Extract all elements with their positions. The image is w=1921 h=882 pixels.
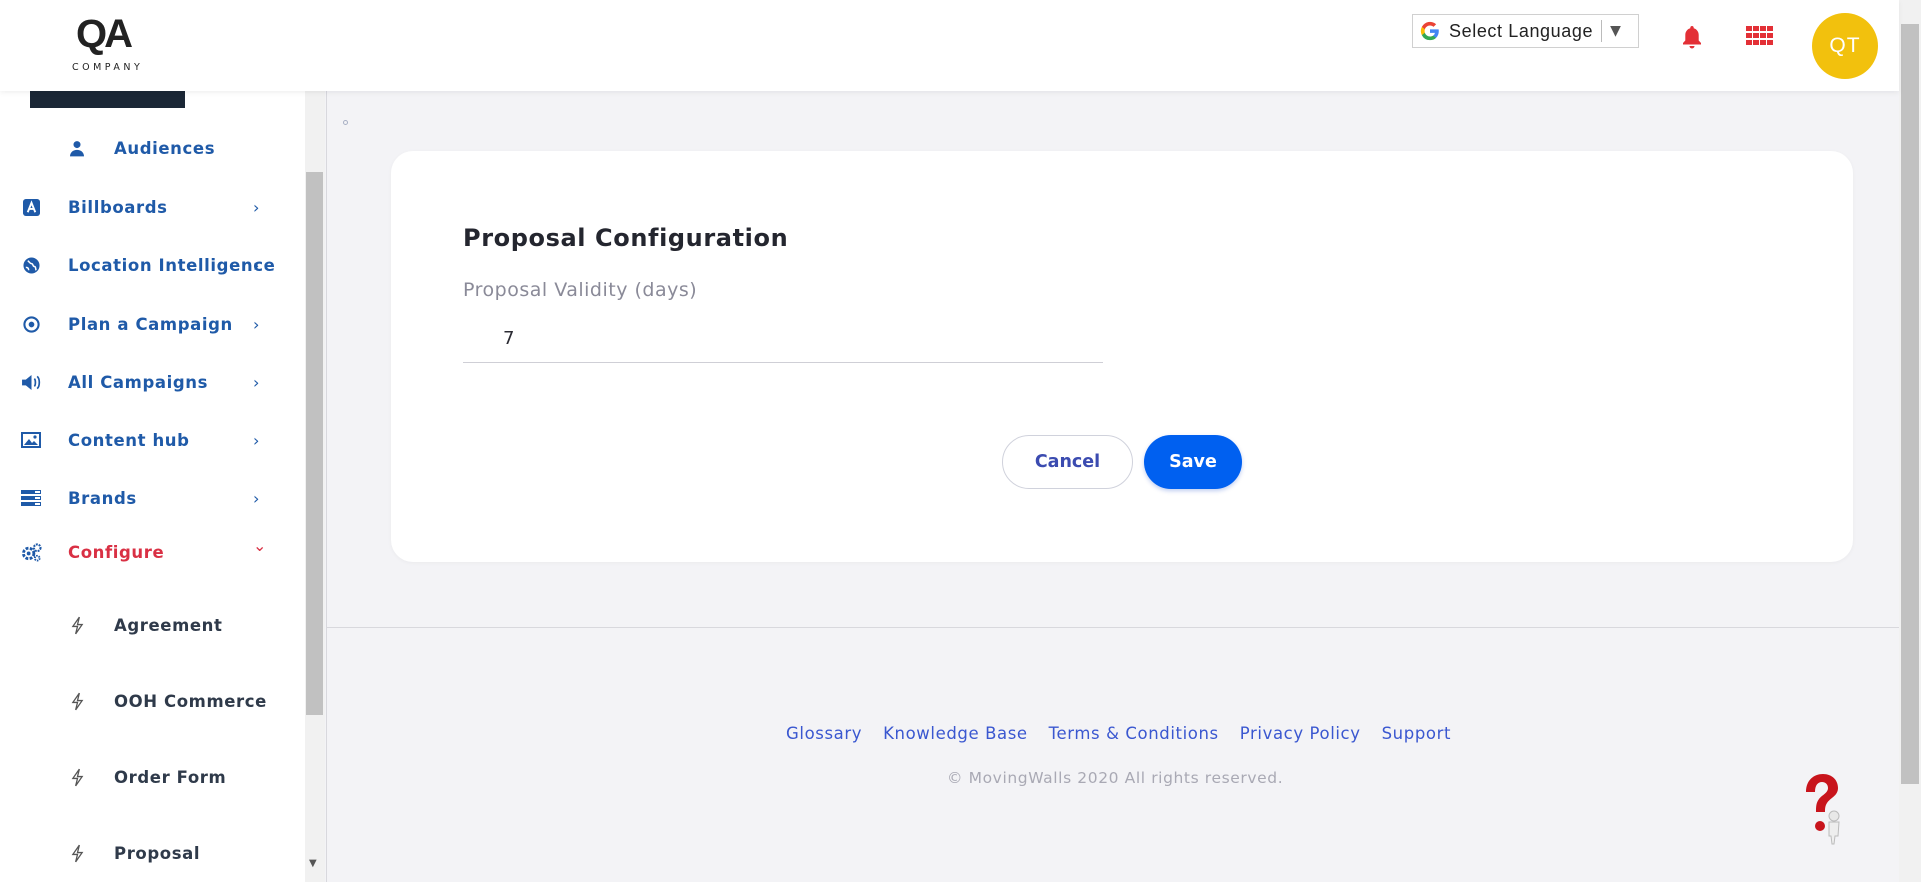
target-icon <box>20 313 42 335</box>
chevron-right-icon: › <box>253 314 260 334</box>
megaphone-icon <box>20 371 42 393</box>
sidebar-item-label: Configure <box>68 542 165 562</box>
chevron-right-icon: › <box>253 488 260 508</box>
sidebar-subitem-order-form[interactable]: Order Form <box>0 757 285 797</box>
dropdown-arrow-icon: ▼ <box>1610 23 1621 39</box>
bolt-icon <box>66 690 88 712</box>
sidebar-item-all-campaigns[interactable]: All Campaigns › <box>0 362 285 402</box>
sidebar-item-label: Agreement <box>114 615 223 635</box>
bolt-icon <box>66 766 88 788</box>
footer-link-knowledge-base[interactable]: Knowledge Base <box>883 724 1028 743</box>
page-scrollbar-thumb[interactable] <box>1901 24 1919 784</box>
chevron-right-icon: › <box>253 255 260 275</box>
proposal-config-card: Proposal Configuration Proposal Validity… <box>391 151 1853 562</box>
validity-label: Proposal Validity (days) <box>463 279 698 301</box>
sidebar-item-label: Billboards <box>68 197 168 217</box>
sidebar-item-label: Brands <box>68 488 137 508</box>
user-icon <box>66 137 88 159</box>
sidebar-subitem-ooh-commerce[interactable]: OOH Commerce <box>0 681 285 721</box>
globe-icon <box>20 254 42 276</box>
validity-days-input[interactable] <box>463 315 1103 363</box>
language-select[interactable]: Select Language ▼ <box>1412 14 1639 48</box>
sidebar-item-label: Audiences <box>114 138 216 158</box>
breadcrumb-dot <box>343 120 348 125</box>
sidebar-item-audiences[interactable]: Audiences <box>0 128 285 168</box>
sidebar-item-location-intelligence[interactable]: Location Intelligence › <box>0 245 285 285</box>
image-icon <box>20 429 42 451</box>
content-divider <box>327 627 1899 628</box>
logo-company-text: COMPANY <box>72 62 144 73</box>
google-icon <box>1419 20 1441 42</box>
sidebar-item-brands[interactable]: Brands › <box>0 478 285 518</box>
sidebar-item-label: Proposal <box>114 843 201 863</box>
chevron-right-icon: › <box>253 372 260 392</box>
save-button[interactable]: Save <box>1144 435 1242 489</box>
copyright-text: © MovingWalls 2020 All rights reserved. <box>947 769 1284 787</box>
footer-link-glossary[interactable]: Glossary <box>786 724 862 743</box>
bolt-icon <box>66 614 88 636</box>
footer-link-privacy[interactable]: Privacy Policy <box>1240 724 1361 743</box>
sidebar-item-label: Content hub <box>68 430 190 450</box>
sidebar-item-billboards[interactable]: Billboards › <box>0 187 285 227</box>
avatar[interactable]: QT <box>1812 13 1878 79</box>
sidebar-item-configure[interactable]: Configure ⌄ <box>0 532 285 572</box>
language-label: Select Language <box>1449 20 1594 41</box>
billboard-icon <box>20 196 42 218</box>
sidebar-item-label: Plan a Campaign <box>68 314 233 334</box>
company-logo[interactable]: QA COMPANY <box>72 14 162 76</box>
sidebar-scrollbar-thumb[interactable] <box>306 172 323 715</box>
chevron-down-icon: ⌄ <box>253 536 268 555</box>
sidebar-banner-image <box>30 91 185 108</box>
sidebar-item-label: Location Intelligence <box>68 255 276 275</box>
chevron-right-icon: › <box>253 430 260 450</box>
top-header: QA COMPANY Select Language ▼ QT <box>0 0 1899 91</box>
sidebar-item-label: OOH Commerce <box>114 691 267 711</box>
help-figure-icon[interactable] <box>1796 770 1846 846</box>
sidebar-divider <box>326 91 327 882</box>
bolt-icon <box>66 842 88 864</box>
page-title: Proposal Configuration <box>463 224 789 252</box>
chevron-right-icon: › <box>253 197 260 217</box>
sidebar-item-label: All Campaigns <box>68 372 209 392</box>
gears-icon <box>20 541 42 563</box>
sidebar-item-label: Order Form <box>114 767 227 787</box>
sidebar-item-content-hub[interactable]: Content hub › <box>0 420 285 460</box>
footer-links: Glossary Knowledge Base Terms & Conditio… <box>786 724 1451 743</box>
scroll-down-arrow-icon[interactable]: ▼ <box>309 858 317 869</box>
bell-icon[interactable] <box>1680 24 1704 50</box>
footer-link-terms[interactable]: Terms & Conditions <box>1049 724 1219 743</box>
language-separator <box>1601 20 1603 42</box>
cancel-button[interactable]: Cancel <box>1002 435 1133 489</box>
sidebar-item-plan-campaign[interactable]: Plan a Campaign › <box>0 304 285 344</box>
sidebar-subitem-proposal[interactable]: Proposal <box>0 833 285 873</box>
sidebar-subitem-agreement[interactable]: Agreement <box>0 605 285 645</box>
logo-mark: QA <box>76 12 133 56</box>
brands-icon <box>20 487 42 509</box>
sidebar: Audiences Billboards › Location Intellig… <box>0 91 305 882</box>
footer-link-support[interactable]: Support <box>1382 724 1451 743</box>
apps-grid-icon[interactable] <box>1746 26 1773 46</box>
